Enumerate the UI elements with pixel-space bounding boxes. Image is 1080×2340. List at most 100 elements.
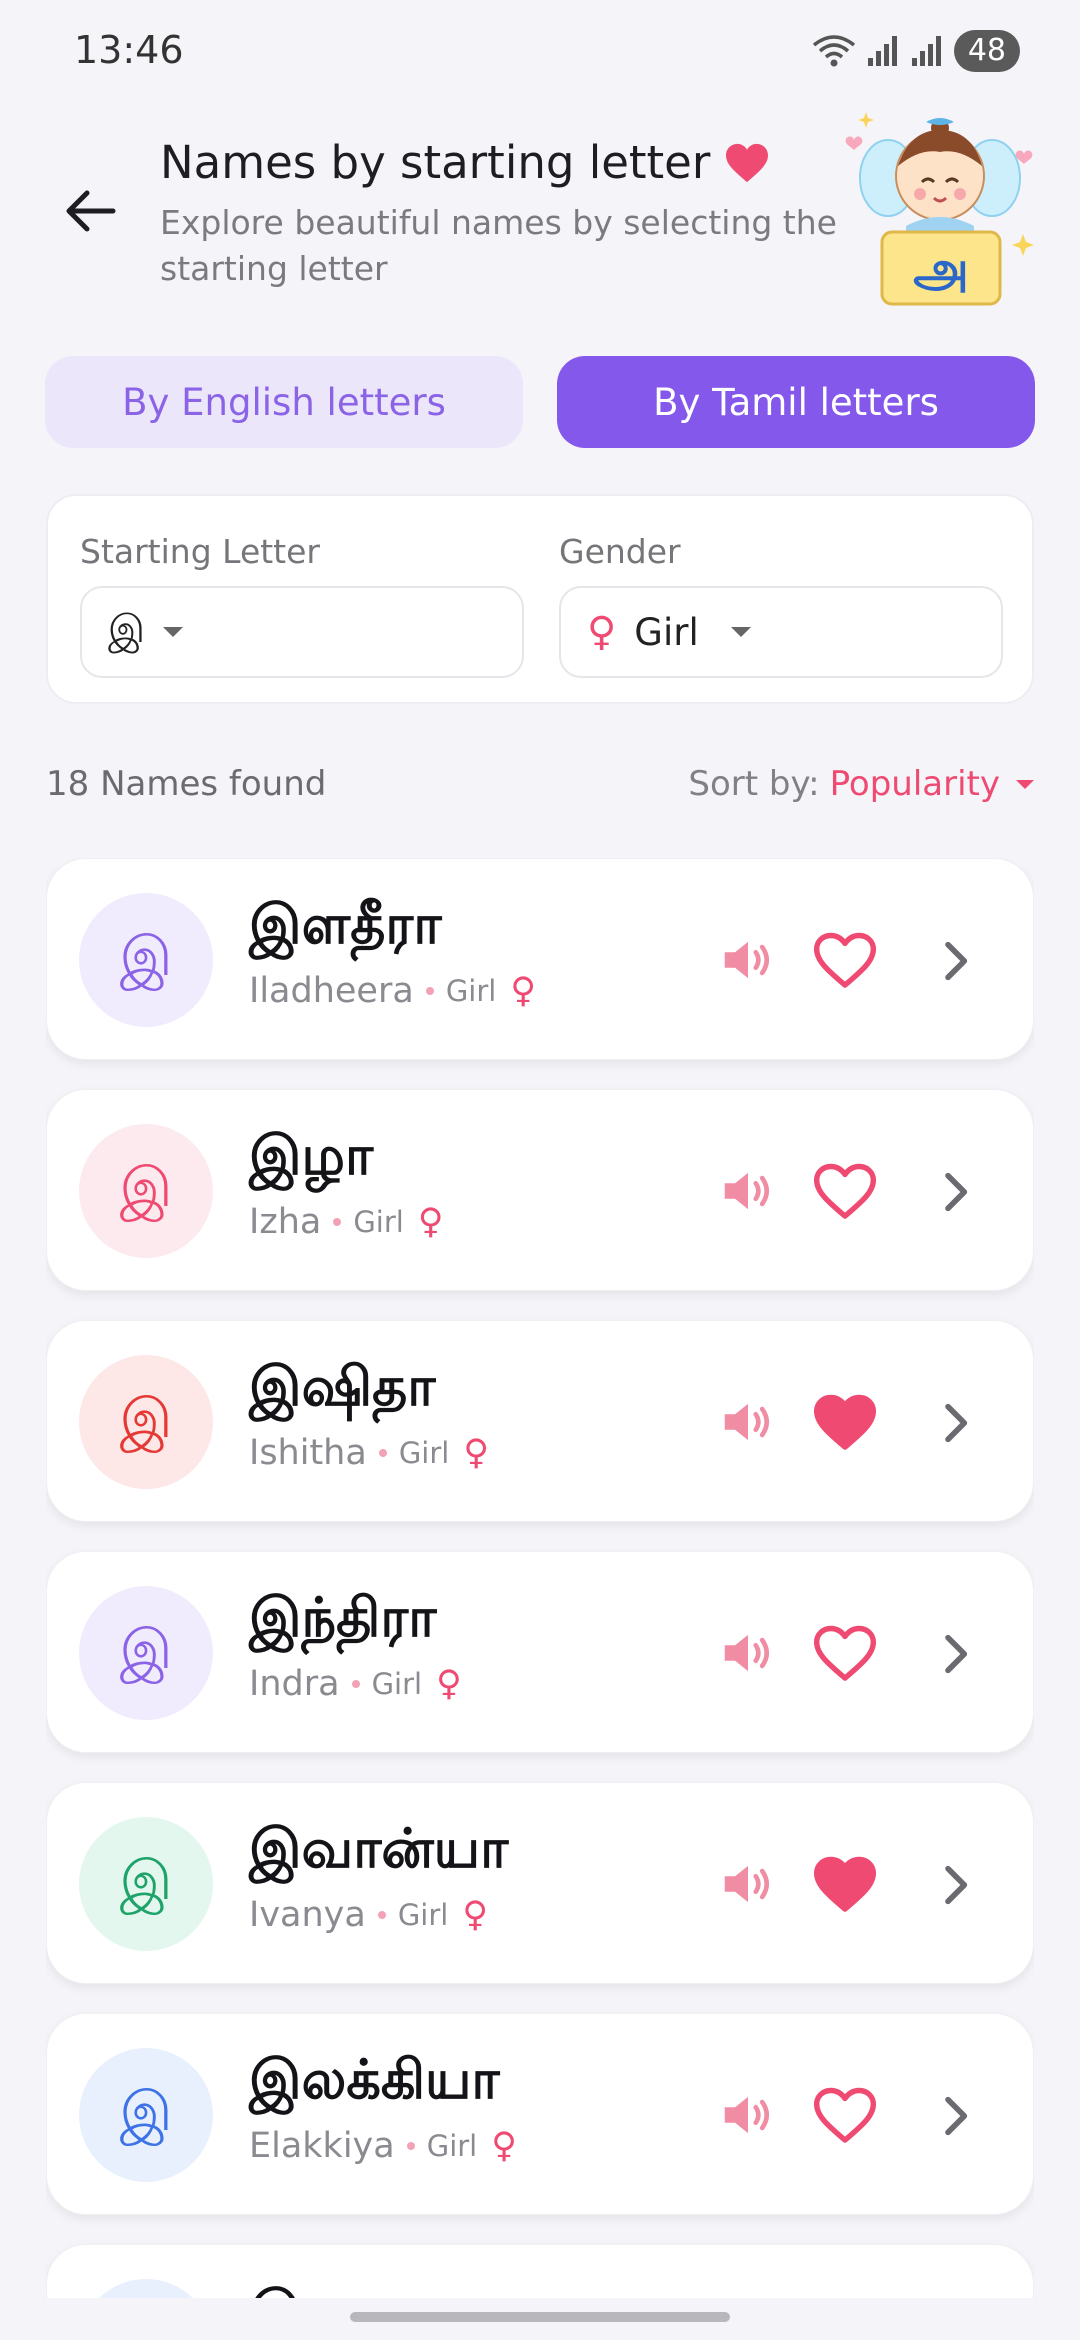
chevron-right-icon [945,1634,968,1674]
open-details-button[interactable] [927,1857,983,1913]
mascot-letter: அ [913,240,969,298]
name-card[interactable]: இ இலக்கியா Elakkiya Girl ♀ [46,2013,1034,2215]
favorite-button[interactable] [811,1389,879,1457]
separator-dot [425,987,434,995]
separator-dot [333,1218,342,1226]
favorite-button[interactable] [811,2082,879,2150]
back-button[interactable] [56,176,126,246]
separator-dot [377,1911,386,1919]
avatar-letter: இ [119,1155,173,1219]
play-pronunciation-button[interactable] [717,1622,779,1684]
speaker-icon [724,941,770,979]
heart-icon [813,1625,877,1681]
letter-avatar: இ [79,1817,213,1951]
name-meta: Izha Girl ♀ [249,1202,443,1242]
play-pronunciation-button[interactable] [717,1391,779,1453]
heart-icon [813,932,877,988]
favorite-button[interactable] [811,927,879,995]
english-name: Indra [249,1664,340,1704]
speaker-icon [724,2096,770,2134]
gender-text: Girl [397,1898,449,1932]
letter-avatar: இ [79,1586,213,1720]
tamil-name: இந்திரா [249,1586,437,1649]
open-details-button[interactable] [927,2088,983,2144]
chevron-right-icon [945,941,968,981]
sort-value: Popularity [829,764,1000,804]
results-count: 18 Names found [46,764,327,804]
tamil-name: இளதீரா [249,893,442,956]
favorite-button[interactable] [811,1620,879,1688]
avatar-letter: இ [119,1386,173,1450]
gender-text: Girl [426,2129,478,2163]
name-meta: Ishitha Girl ♀ [249,1433,489,1473]
speaker-icon [724,1172,770,1210]
chevron-right-icon [945,1403,968,1443]
english-name: Ivanya [249,1895,366,1935]
heart-icon [813,2087,877,2143]
gender-label: Gender [559,532,681,571]
avatar-letter: இ [119,1848,173,1912]
gender-text: Girl [353,1205,404,1239]
tamil-name: இழா [249,1124,374,1187]
dropdown-caret-icon [162,627,183,637]
sort-label: Sort by: [688,764,820,804]
name-meta: Elakkiya Girl ♀ [249,2126,517,2166]
chevron-right-icon [945,1172,968,1212]
name-card[interactable]: இ இஷிதா Ishitha Girl ♀ [46,1320,1034,1522]
name-card[interactable]: இ இந்திரா Indra Girl ♀ [46,1551,1034,1753]
play-pronunciation-button[interactable] [717,2084,779,2146]
tamil-name: இவான்யா [249,1817,509,1880]
play-pronunciation-button[interactable] [717,1160,779,1222]
name-meta: Ivanya Girl ♀ [249,1895,488,1935]
tab-english-letters[interactable]: By English letters [45,356,523,448]
page-title: Names by starting letter [160,136,770,189]
letter-avatar: இ [79,893,213,1027]
filter-card: Starting Letter Gender இ ♀ Girl [46,494,1034,704]
avatar-letter: இ [119,924,173,988]
gender-dropdown[interactable]: ♀ Girl [559,586,1003,678]
name-meta: Iladheera Girl ♀ [249,971,536,1011]
tamil-name: இ [249,2279,302,2298]
name-card[interactable]: இ இளதீரா Iladheera Girl ♀ [46,858,1034,1060]
letter-avatar: இ [79,1355,213,1489]
avatar-letter: இ [119,1617,173,1681]
open-details-button[interactable] [927,1626,983,1682]
favorite-button[interactable] [811,1158,879,1226]
open-details-button[interactable] [927,1395,983,1451]
home-indicator [350,2312,730,2322]
female-symbol-icon: ♀ [510,971,536,1011]
open-details-button[interactable] [927,1164,983,1220]
starting-letter-dropdown[interactable]: இ [80,586,524,678]
speaker-icon [724,1865,770,1903]
speaker-icon [724,1634,770,1672]
sort-control[interactable]: Sort by: Popularity [688,764,1034,804]
favorite-button[interactable] [811,1851,879,1919]
heart-icon [813,1394,877,1450]
arrow-left-icon [66,190,116,232]
name-meta: Indra Girl ♀ [249,1664,462,1704]
starting-letter-label: Starting Letter [80,532,320,571]
play-pronunciation-button[interactable] [717,1853,779,1915]
english-name: Iladheera [249,971,414,1011]
english-name: Elakkiya [249,2126,395,2166]
english-name: Izha [249,1202,322,1242]
heart-icon [813,1856,877,1912]
wifi-icon [812,35,855,67]
name-card[interactable]: இ ♀ [46,2244,1034,2298]
letter-avatar: இ [79,2048,213,2182]
name-card[interactable]: இ இவான்யா Ivanya Girl ♀ [46,1782,1034,1984]
play-pronunciation-button[interactable] [717,929,779,991]
open-details-button[interactable] [927,933,983,989]
english-name: Ishitha [249,1433,367,1473]
starting-letter-value: இ [108,607,145,651]
female-symbol-icon: ♀ [463,1433,489,1473]
gender-value: Girl [634,610,699,654]
gender-text: Girl [398,1436,450,1470]
dropdown-caret-icon [730,627,751,637]
letter-avatar: இ [79,1124,213,1258]
name-card[interactable]: இ இழா Izha Girl ♀ [46,1089,1034,1291]
female-symbol-icon: ♀ [587,609,617,655]
heart-icon [813,1163,877,1219]
names-list: இ இளதீரா Iladheera Girl ♀ இ இழா Izha Gir… [46,858,1034,2298]
tab-tamil-letters[interactable]: By Tamil letters [557,356,1035,448]
